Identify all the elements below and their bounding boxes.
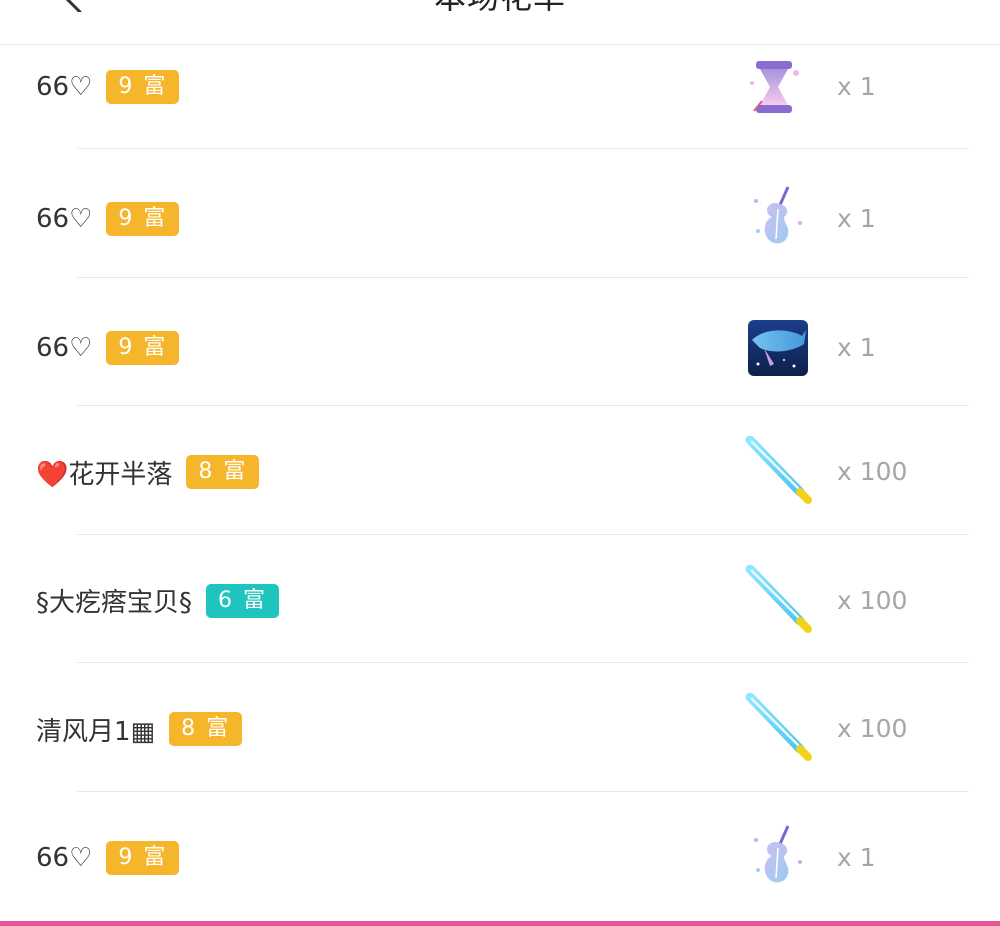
gift-count: x 1 (837, 842, 876, 872)
top-nav-bar: 本场花单 (0, 0, 1000, 45)
rich-level-badge: 8 富 (186, 455, 260, 490)
gift-count: x 1 (837, 204, 876, 233)
list-item[interactable]: 66♡ 9 富 x 1 (0, 278, 1000, 407)
gift-count: x 100 (837, 585, 908, 615)
glowstick-gift-icon (744, 564, 812, 633)
user-name: 66♡ (36, 72, 93, 102)
list-item[interactable]: §大疙瘩宝贝§ 6 富 x 100 (0, 535, 1000, 664)
rich-level-badge: 9 富 (106, 840, 180, 875)
rich-level-badge: 6 富 (206, 583, 280, 618)
page-title: 本场花单 (0, 0, 1000, 14)
user-name: 清风月1▦ (36, 716, 156, 747)
list-item[interactable]: 66♡ 9 富 x 1 (0, 149, 1000, 278)
list-item[interactable]: 66♡ 9 富 x 1 (0, 792, 1000, 921)
gift-count: x 100 (837, 457, 908, 487)
user-info: 66♡ 9 富 (36, 816, 180, 900)
list-item[interactable]: 66♡ 9 富 x 1 (0, 45, 1000, 149)
list-item[interactable]: ❤️花开半落 8 富 x 100 (0, 406, 1000, 535)
glowstick-gift-icon (744, 435, 812, 505)
user-name: §大疙瘩宝贝§ (36, 588, 193, 619)
glowstick-gift-icon (744, 692, 812, 762)
gift-record-list: 66♡ 9 富 x 1 66♡ 9 富 x 1 66♡ 9 富 x 1 ❤️花开… (0, 45, 1000, 921)
list-item[interactable]: 清风月1▦ 8 富 x 100 (0, 663, 1000, 792)
bottom-accent-bar (0, 921, 1000, 926)
whale-gift-icon (744, 314, 812, 382)
user-info: ❤️花开半落 8 富 (36, 430, 260, 514)
rich-level-badge: 9 富 (106, 70, 180, 104)
user-info: §大疙瘩宝贝§ 6 富 (36, 559, 280, 643)
gift-count: x 100 (837, 714, 908, 744)
rich-level-badge: 9 富 (106, 202, 180, 236)
user-name: ❤️花开半落 (36, 459, 173, 490)
user-info: 66♡ 9 富 (36, 177, 180, 261)
cello-gift-icon (744, 183, 812, 251)
user-name: 66♡ (36, 842, 93, 873)
user-info: 66♡ 9 富 (36, 306, 180, 390)
cello-gift-icon (744, 822, 812, 890)
user-name: 66♡ (36, 332, 93, 363)
gift-list-page: 本场花单 66♡ 9 富 (0, 0, 1000, 926)
gift-count: x 1 (837, 332, 876, 362)
user-name: 66♡ (36, 204, 93, 234)
rich-level-badge: 8 富 (169, 712, 243, 747)
user-info: 66♡ 9 富 (36, 45, 180, 129)
hourglass-gift-icon (744, 53, 812, 121)
rich-level-badge: 9 富 (106, 330, 180, 365)
user-info: 清风月1▦ 8 富 (36, 687, 243, 771)
gift-count: x 1 (837, 72, 876, 101)
